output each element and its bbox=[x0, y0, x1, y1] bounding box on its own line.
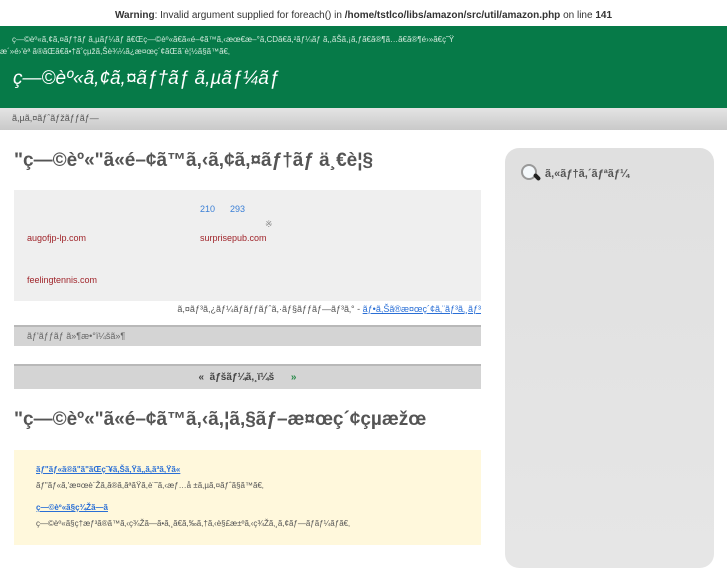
sitemap-link[interactable]: ã,µã,¤ãƒˆãƒžãƒƒãƒ— bbox=[12, 113, 99, 123]
site-header: ç—©èº«ã,¢ã,¤ãƒ†ãƒ ã,µãƒ¼ãƒ ã€Œç—©èº«ã€ã«… bbox=[0, 26, 727, 108]
warning-on-line: on line bbox=[560, 10, 596, 21]
description-line: ç—©èº«ã,¢ã,¤ãƒ†ãƒ ã,µãƒ¼ãƒ ã€Œç—©èº«ã€ã«… bbox=[12, 35, 455, 44]
page-label: ãƒšãƒ¼ã,¸ï¼š bbox=[209, 372, 275, 383]
sidebar: ã,«ãƒ†ã,´ãƒªãƒ¼ bbox=[505, 148, 714, 568]
credit-link[interactable]: ãƒ•ã,Šã®æ¤œç´¢ã‚¨ãƒ³ã‚¸ãƒ³ bbox=[363, 304, 481, 314]
count-link[interactable]: 293 bbox=[230, 204, 245, 214]
note-mark: ※ bbox=[265, 219, 273, 229]
site-link[interactable]: feelingtennis.com bbox=[27, 275, 97, 285]
result-desc: ãƒ"ãƒ«ã,'æ¤œè¨Žã,ã®ã,ãªãŸã,è¨˜ã,‹æƒ…å ±ã… bbox=[36, 481, 264, 490]
warning-line: 141 bbox=[595, 10, 613, 21]
prev-page-button[interactable]: « bbox=[199, 372, 205, 383]
web-results-title: "ç—©èº«"ã«é–¢ã™ã,‹ã,¦ã,§ãƒ–æ¤œç´¢çµæžœ bbox=[14, 409, 427, 430]
warning-path: /home/tstlco/libs/amazon/src/util/amazon… bbox=[344, 10, 561, 21]
result-link[interactable]: ç—©èº«ã§ç¾Žã—ã bbox=[36, 500, 459, 516]
warning-message: : Invalid argument supplied for foreach(… bbox=[154, 10, 345, 21]
php-warning: Warning: Invalid argument supplied for f… bbox=[0, 10, 727, 21]
warning-label: Warning bbox=[114, 10, 155, 21]
count-link[interactable]: 210 bbox=[200, 204, 215, 214]
result-link[interactable]: ãƒ"ãƒ«ã®ã"ã"ãŒç˜¥ã,Šã‚Ÿã„ã,ãªã‚Ÿã« bbox=[36, 462, 459, 478]
items-box: 210 293 ※ augofjp-lp.com surprisepub.com… bbox=[14, 190, 481, 301]
site-description: ç—©èº«ã,¢ã,¤ãƒ†ãƒ ã,µãƒ¼ãƒ ã€Œç—©èº«ã€ã«… bbox=[0, 34, 727, 58]
result-desc: ç—©èº«ã§ç†æƒ³ã®ã™ã‚‹ç¾Žã—ã•ã‚¸ã€ã,‰ã,†ã‚… bbox=[36, 519, 350, 528]
category-title: ã,«ãƒ†ã,´ãƒªãƒ¼ bbox=[545, 168, 630, 180]
page-title: "ç—©èº«"ã«é–¢ã™ã,‹ã,¢ã,¤ãƒ†ãƒ ä¸€è¦§ bbox=[14, 150, 374, 171]
magnifier-icon bbox=[521, 164, 541, 184]
category-heading: ã,«ãƒ†ã,´ãƒªãƒ¼ bbox=[521, 164, 629, 184]
pager: « ãƒšãƒ¼ã,¸ï¼š » bbox=[14, 364, 481, 389]
credit-text: ã,¤ãƒ³ã,¿ãƒ¼ãƒãƒƒãƒˆã,·ãƒ§ãƒƒãƒ—ãƒ³ã‚° - bbox=[177, 304, 363, 314]
next-page-button[interactable]: » bbox=[291, 372, 297, 383]
nav-bar: ã,µã,¤ãƒˆãƒžãƒƒãƒ— bbox=[0, 108, 727, 130]
description-line: æ´»é›'èª ã®ãŒã€ã•†ã˚çµžã,Šè¾¼ã¿æ¤œç´¢ãŒã… bbox=[0, 47, 230, 56]
credit-line: ã,¤ãƒ³ã,¿ãƒ¼ãƒãƒƒãƒˆã,·ãƒ§ãƒƒãƒ—ãƒ³ã‚° -… bbox=[177, 304, 481, 314]
result-count-bar: ãƒ'ãƒƒãƒ ã»¶æ•°ï¼šã»¶ bbox=[14, 325, 481, 346]
site-title[interactable]: ç—©èº«ã,¢ã,¤ãƒ†ãƒ ã,µãƒ¼ãƒ bbox=[13, 68, 279, 90]
web-results: ãƒ"ãƒ«ã®ã"ã"ãŒç˜¥ã,Šã‚Ÿã„ã,ãªã‚Ÿã« ãƒ"ãƒ… bbox=[14, 450, 481, 545]
site-link[interactable]: surprisepub.com bbox=[200, 233, 267, 243]
site-link[interactable]: augofjp-lp.com bbox=[27, 233, 86, 243]
